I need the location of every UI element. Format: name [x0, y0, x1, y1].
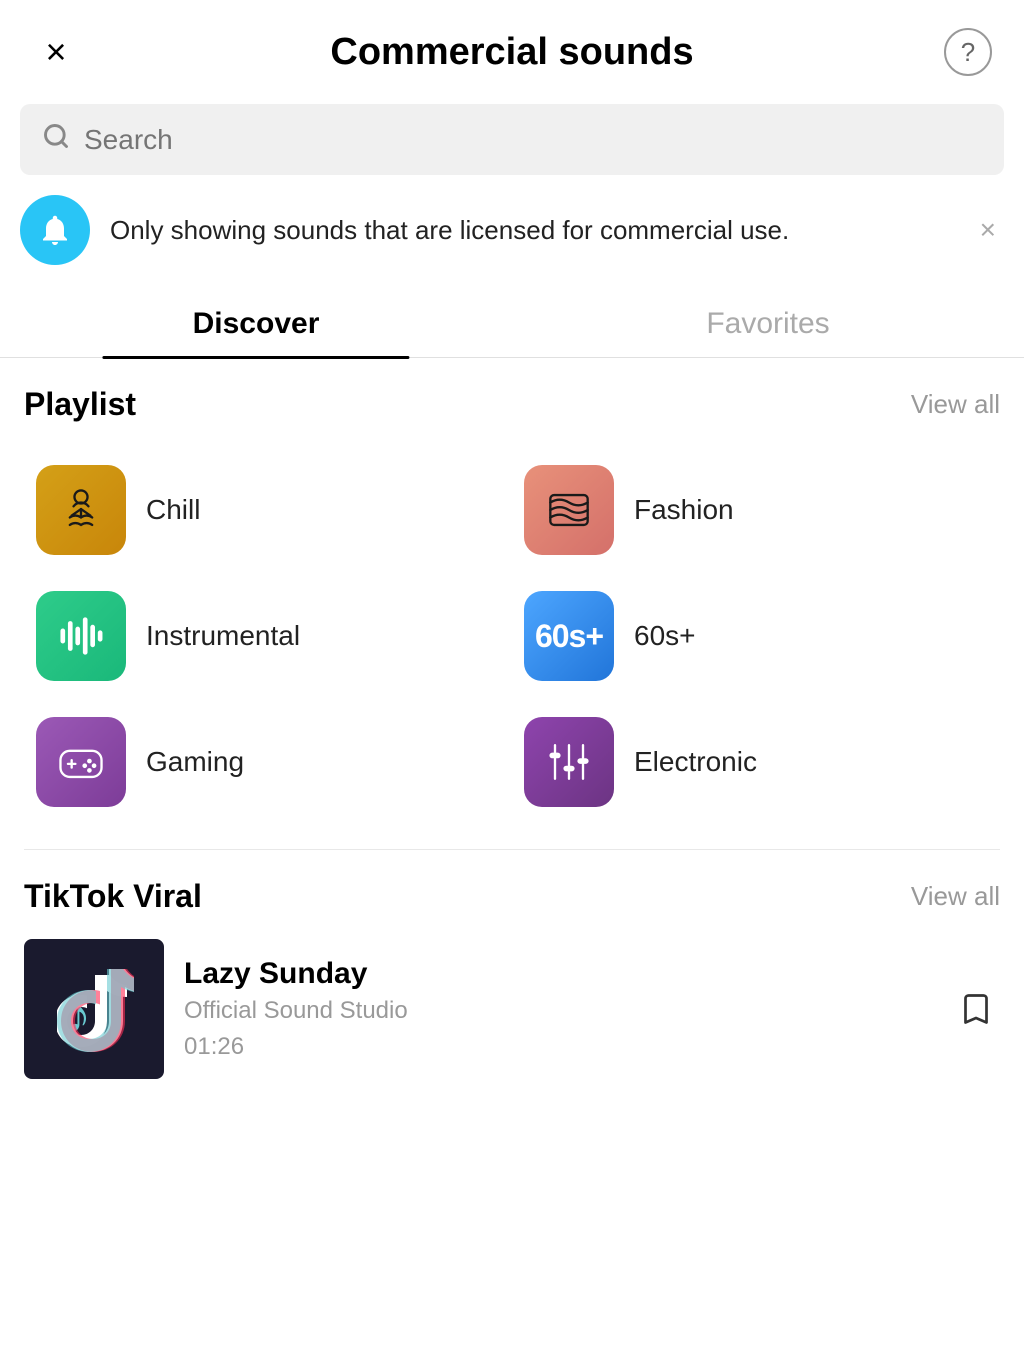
search-icon [42, 122, 70, 157]
page-title: Commercial sounds [80, 31, 944, 74]
fashion-label: Fashion [634, 494, 734, 526]
notice-banner: Only showing sounds that are licensed fo… [20, 195, 1004, 265]
close-button[interactable]: × [32, 28, 80, 76]
tiktok-viral-title: TikTok Viral [24, 878, 202, 915]
electronic-icon [524, 717, 614, 807]
notice-icon [20, 195, 90, 265]
playlist-item-60s[interactable]: 60s+ 60s+ [512, 573, 1000, 699]
playlist-view-all[interactable]: View all [911, 389, 1000, 420]
section-divider [24, 849, 1000, 850]
playlist-item-electronic[interactable]: Electronic [512, 699, 1000, 825]
chill-label: Chill [146, 494, 200, 526]
search-bar[interactable] [20, 104, 1004, 175]
tabs: Discover Favorites [0, 289, 1024, 358]
tab-favorites[interactable]: Favorites [512, 289, 1024, 357]
viral-artist: Official Sound Studio [184, 997, 932, 1025]
playlist-item-instrumental[interactable]: Instrumental [24, 573, 512, 699]
search-input[interactable] [84, 124, 982, 156]
playlist-section-header: Playlist View all [0, 386, 1024, 447]
playlist-item-fashion[interactable]: Fashion [512, 447, 1000, 573]
playlist-title: Playlist [24, 386, 136, 423]
notice-text: Only showing sounds that are licensed fo… [110, 212, 952, 248]
playlist-item-gaming[interactable]: Gaming [24, 699, 512, 825]
chill-icon [36, 465, 126, 555]
notice-close-button[interactable]: × [972, 206, 1004, 254]
gaming-label: Gaming [146, 746, 244, 778]
viral-song-title: Lazy Sunday [184, 957, 932, 991]
tiktok-viral-section-header: TikTok Viral View all [0, 878, 1024, 939]
viral-info: Lazy Sunday Official Sound Studio 01:26 [184, 957, 932, 1061]
header: × Commercial sounds ? [0, 0, 1024, 96]
60s-icon: 60s+ [524, 591, 614, 681]
instrumental-label: Instrumental [146, 620, 300, 652]
tab-discover[interactable]: Discover [0, 289, 512, 357]
tiktok-viral-view-all[interactable]: View all [911, 881, 1000, 912]
viral-duration: 01:26 [184, 1033, 932, 1061]
60s-label: 60s+ [634, 620, 696, 652]
fashion-icon [524, 465, 614, 555]
instrumental-icon [36, 591, 126, 681]
electronic-label: Electronic [634, 746, 757, 778]
viral-item-lazy-sunday[interactable]: ♪ Lazy Sunday Official Sound Studio 01:2… [0, 939, 1024, 1099]
playlist-item-chill[interactable]: Chill [24, 447, 512, 573]
bookmark-button[interactable] [952, 985, 1000, 1033]
viral-thumbnail: ♪ [24, 939, 164, 1079]
playlist-grid: Chill Fashion Instrumenta [0, 447, 1024, 825]
help-button[interactable]: ? [944, 28, 992, 76]
gaming-icon [36, 717, 126, 807]
